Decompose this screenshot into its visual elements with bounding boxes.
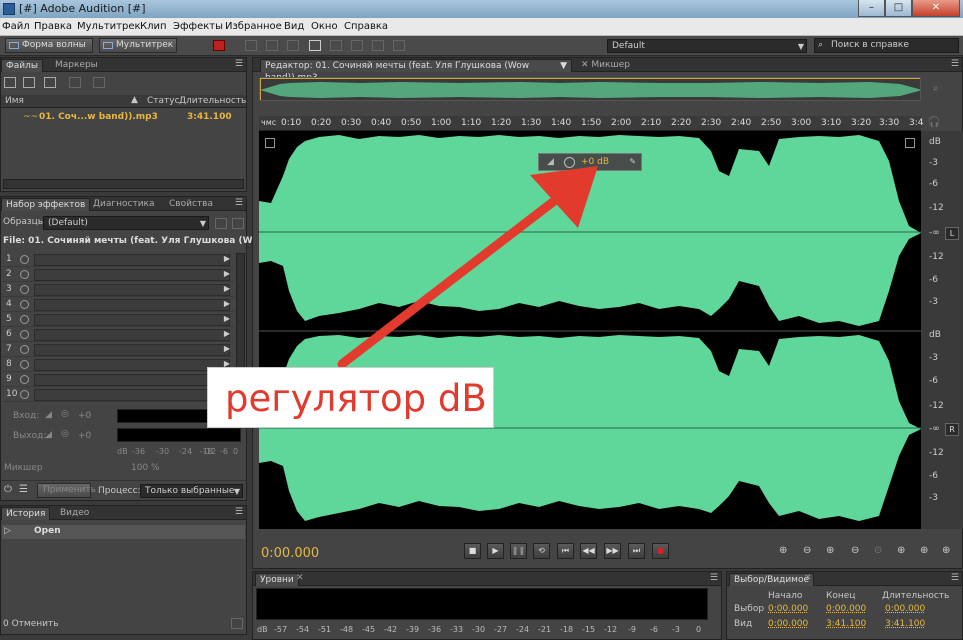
annotation-text: регулятор dB bbox=[225, 377, 487, 420]
annotation-arrow bbox=[337, 166, 598, 369]
annotation-callout: регулятор dB bbox=[207, 367, 494, 428]
